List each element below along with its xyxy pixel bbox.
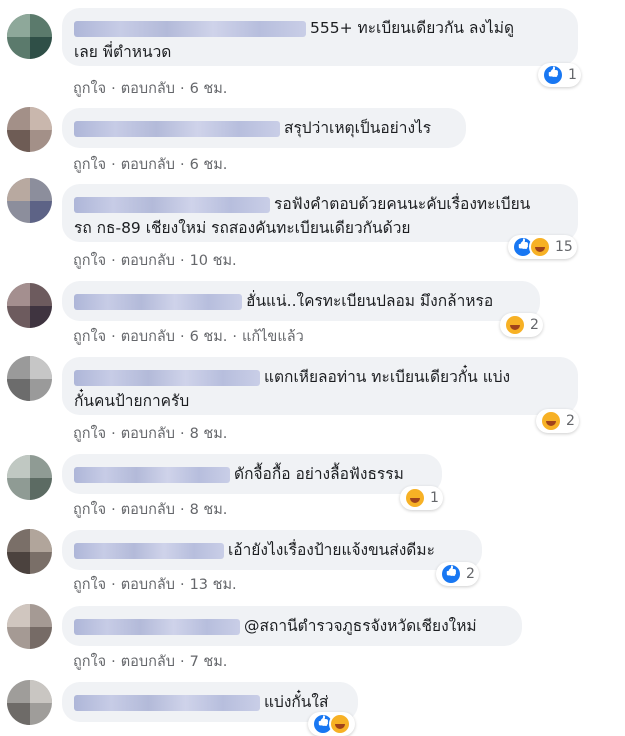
comment-bubble: 555+ ทะเบียนเดียวกัน ลงไม่ดู เลย พี่ตำหน… xyxy=(62,8,578,66)
like-link[interactable]: ถูกใจ xyxy=(73,654,106,670)
reaction-count: 2 xyxy=(530,317,539,333)
reply-link[interactable]: ตอบกลับ xyxy=(121,253,175,269)
comment-bubble: แตกเหียลอท่าน ทะเบียนเดียวกั๋น แบ่ง กั๋น… xyxy=(62,357,578,415)
comment-bubble: ดักจื้อกื้อ อย่างลื้อฟังธรรม xyxy=(62,454,442,494)
comment-bubble: รอฟังคำตอบด้วยคนนะคับเรื่องทะเบียน รถ กธ… xyxy=(62,184,578,242)
reaction-summary[interactable]: 2 xyxy=(536,409,579,433)
like-icon xyxy=(542,64,564,86)
comment-text-line: สรุปว่าเหตุเป็นอย่างไร xyxy=(74,116,452,140)
comment-text-line: ฮั่นแน่..ใครทะเบียนปลอม มึงกล้าหรอ xyxy=(74,289,526,313)
blurred-author-name[interactable] xyxy=(74,466,230,483)
blurred-author-name[interactable] xyxy=(74,542,224,559)
blurred-author-name[interactable] xyxy=(74,618,240,635)
timestamp[interactable]: 8 ชม. xyxy=(190,426,228,442)
like-icon xyxy=(440,563,462,585)
avatar[interactable] xyxy=(7,178,52,223)
timestamp[interactable]: 7 ชม. xyxy=(190,654,228,670)
blurred-author-name[interactable] xyxy=(74,694,260,711)
like-link[interactable]: ถูกใจ xyxy=(73,81,106,97)
comment-text-line: รอฟังคำตอบด้วยคนนะคับเรื่องทะเบียน xyxy=(74,192,564,216)
like-link[interactable]: ถูกใจ xyxy=(73,329,106,345)
comment-text-line: เอ้ายังไงเรื่องป้ายแจ้งขนส่งดีมะ xyxy=(74,538,468,562)
edited-label[interactable]: แก้ไขแล้ว xyxy=(242,329,304,345)
like-link[interactable]: ถูกใจ xyxy=(73,253,106,269)
avatar[interactable] xyxy=(7,604,52,649)
reaction-summary[interactable]: 1 xyxy=(538,63,581,87)
comment-meta: ถูกใจ · ตอบกลับ · 6 ชม. xyxy=(73,81,228,97)
timestamp[interactable]: 6 ชม. xyxy=(190,329,228,345)
like-link[interactable]: ถูกใจ xyxy=(73,502,106,518)
comment-meta: ถูกใจ · ตอบกลับ · 6 ชม. · แก้ไขแล้ว xyxy=(73,329,304,345)
comment-meta: ถูกใจ · ตอบกลับ · 8 ชม. xyxy=(73,502,228,518)
comment-text-line: @สถานีตำรวจภูธรจังหวัดเชียงใหม่ xyxy=(74,614,508,638)
reply-link[interactable]: ตอบกลับ xyxy=(121,577,175,593)
timestamp[interactable]: 10 ชม. xyxy=(190,253,237,269)
like-link[interactable]: ถูกใจ xyxy=(73,157,106,173)
timestamp[interactable]: 8 ชม. xyxy=(190,502,228,518)
blurred-author-name[interactable] xyxy=(74,369,260,386)
avatar[interactable] xyxy=(7,356,52,401)
reply-link[interactable]: ตอบกลับ xyxy=(121,654,175,670)
comment-meta: ถูกใจ · ตอบกลับ · 7 ชม. xyxy=(73,654,228,670)
comment-meta: ถูกใจ · ตอบกลับ · 6 ชม. xyxy=(73,157,228,173)
reaction-summary[interactable] xyxy=(308,712,355,736)
like-link[interactable]: ถูกใจ xyxy=(73,577,106,593)
comment-text-line: กั๋นคนป้ายกาครับ xyxy=(74,392,190,410)
reply-link[interactable]: ตอบกลับ xyxy=(121,426,175,442)
timestamp[interactable]: 6 ชม. xyxy=(190,81,228,97)
reply-link[interactable]: ตอบกลับ xyxy=(121,502,175,518)
reply-link[interactable]: ตอบกลับ xyxy=(121,157,175,173)
comment-meta: ถูกใจ · ตอบกลับ · 10 ชม. xyxy=(73,253,237,269)
reaction-summary[interactable]: 2 xyxy=(436,562,479,586)
blurred-author-name[interactable] xyxy=(74,293,242,310)
comment-text-line: ดักจื้อกื้อ อย่างลื้อฟังธรรม xyxy=(74,462,428,486)
reply-link[interactable]: ตอบกลับ xyxy=(121,329,175,345)
reaction-summary[interactable]: 1 xyxy=(400,486,443,510)
avatar[interactable] xyxy=(7,14,52,59)
comment-text-line: แตกเหียลอท่าน ทะเบียนเดียวกั๋น แบ่ง xyxy=(74,365,564,389)
comment-text-line: แบ่งกั๋นใส่ xyxy=(74,690,344,714)
reaction-count: 1 xyxy=(430,490,439,506)
blurred-author-name[interactable] xyxy=(74,120,280,137)
timestamp[interactable]: 6 ชม. xyxy=(190,157,228,173)
comment-bubble: @สถานีตำรวจภูธรจังหวัดเชียงใหม่ xyxy=(62,606,522,646)
comment-bubble: ฮั่นแน่..ใครทะเบียนปลอม มึงกล้าหรอ xyxy=(62,281,540,321)
comment-text-line: รถ กธ-89 เชียงใหม่ รถสองคันทะเบียนเดียวก… xyxy=(74,219,411,237)
reaction-count: 1 xyxy=(568,67,577,83)
haha-icon xyxy=(404,487,426,509)
reaction-count: 2 xyxy=(566,413,575,429)
blurred-author-name[interactable] xyxy=(74,196,270,213)
haha-icon xyxy=(529,236,551,258)
reaction-count: 2 xyxy=(466,566,475,582)
avatar[interactable] xyxy=(7,283,52,328)
avatar[interactable] xyxy=(7,680,52,725)
haha-icon xyxy=(504,314,526,336)
reply-link[interactable]: ตอบกลับ xyxy=(121,81,175,97)
comment-meta: ถูกใจ · ตอบกลับ · 8 ชม. xyxy=(73,426,228,442)
avatar[interactable] xyxy=(7,529,52,574)
like-link[interactable]: ถูกใจ xyxy=(73,426,106,442)
avatar[interactable] xyxy=(7,455,52,500)
haha-icon xyxy=(540,410,562,432)
comment-text-line: 555+ ทะเบียนเดียวกัน ลงไม่ดู xyxy=(74,16,564,40)
comment-bubble: เอ้ายังไงเรื่องป้ายแจ้งขนส่งดีมะ xyxy=(62,530,482,570)
timestamp[interactable]: 13 ชม. xyxy=(190,577,237,593)
comment-text-line: เลย พี่ตำหนวด xyxy=(74,43,172,61)
reaction-summary[interactable]: 15 xyxy=(508,235,577,259)
blurred-author-name[interactable] xyxy=(74,20,306,37)
reaction-summary[interactable]: 2 xyxy=(500,313,543,337)
comment-meta: ถูกใจ · ตอบกลับ · 13 ชม. xyxy=(73,577,237,593)
haha-icon xyxy=(329,713,351,735)
avatar[interactable] xyxy=(7,107,52,152)
reaction-count: 15 xyxy=(555,239,573,255)
comment-bubble: สรุปว่าเหตุเป็นอย่างไร xyxy=(62,108,466,148)
